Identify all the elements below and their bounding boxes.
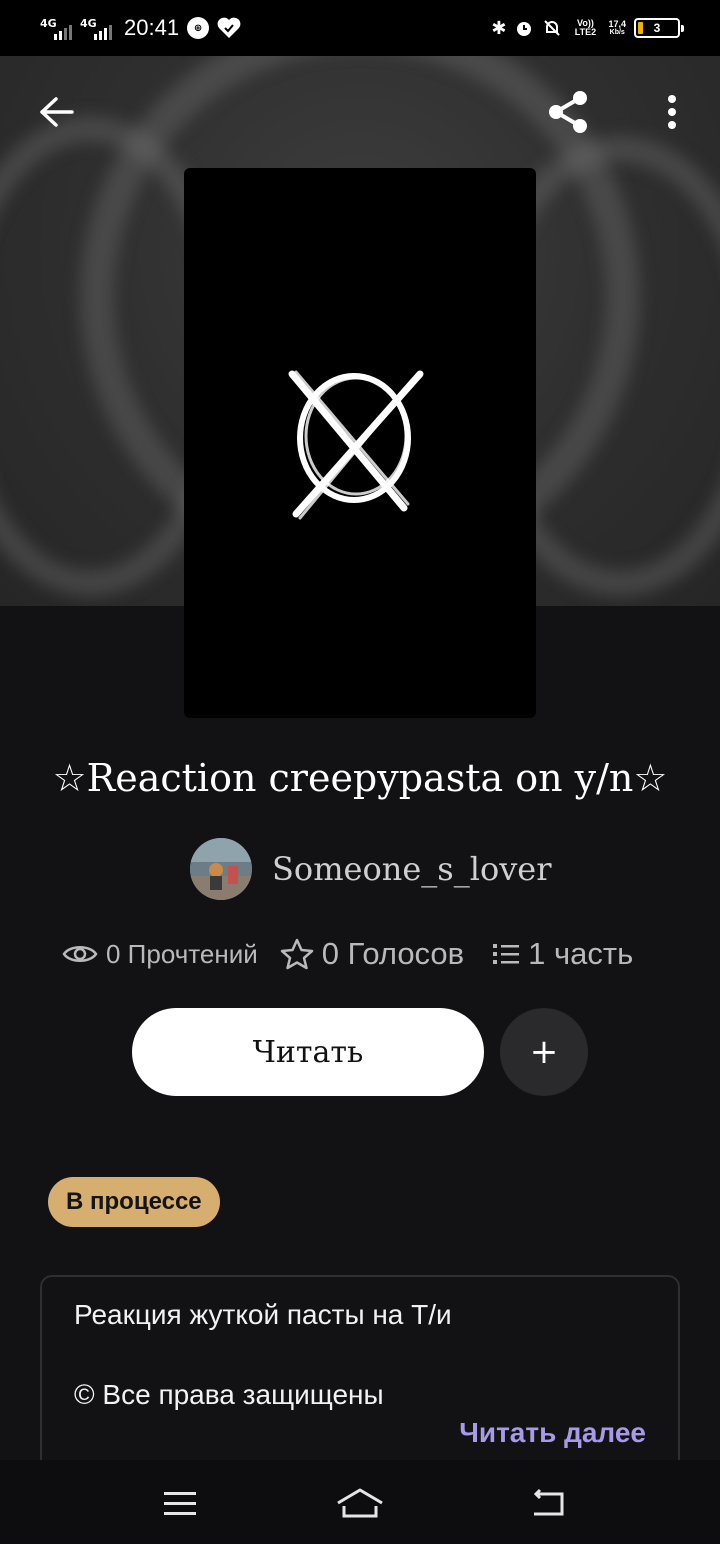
share-button[interactable] — [540, 84, 596, 140]
plus-icon: + — [529, 1032, 559, 1072]
more-vertical-icon — [668, 95, 676, 129]
battery-icon: 3 — [634, 18, 684, 38]
story-title: ☆Reaction creepypasta on y/n☆ — [52, 756, 668, 800]
share-icon — [549, 91, 587, 133]
mute-bell-icon — [544, 20, 561, 36]
author-name[interactable]: Someone_s_lover — [272, 850, 552, 888]
cell-signal-1-icon: 4G — [40, 16, 72, 40]
star-icon — [280, 938, 313, 970]
network-badge-icon: ⊕ — [187, 17, 210, 39]
author-row[interactable]: Someone_s_lover — [190, 838, 552, 900]
menu-icon — [164, 1492, 196, 1515]
home-icon — [337, 1488, 383, 1518]
status-badge: В процессе — [48, 1177, 220, 1227]
views-stat: 0 Прочтений — [62, 939, 258, 970]
more-options-button[interactable] — [644, 84, 700, 140]
arrow-left-icon — [40, 97, 74, 127]
read-more-link[interactable]: Читать далее — [459, 1417, 646, 1449]
system-nav-bar — [0, 1460, 720, 1544]
recents-button[interactable] — [150, 1478, 210, 1528]
back-button[interactable] — [28, 84, 84, 140]
story-cover — [184, 168, 536, 718]
heart-icon — [217, 17, 241, 38]
cell-signal-2-icon: 4G — [80, 16, 112, 40]
clock: 20:41 — [124, 15, 180, 40]
read-button[interactable]: Читать — [132, 1008, 484, 1096]
list-icon — [493, 944, 520, 964]
bluetooth-icon: ✱ — [491, 18, 507, 38]
add-to-library-button[interactable]: + — [500, 1008, 588, 1096]
description-line: Реакция жуткой пасты на Т/и — [74, 1299, 452, 1330]
crossed-circle-cover-art — [288, 370, 424, 520]
parts-stat: 1 часть — [492, 936, 633, 972]
status-bar: 4G 4G 20:41 ⊕ ✱ Vo)) LTE2 17,4 Kb/s 3 — [0, 0, 720, 56]
votes-stat: 0 Голосов — [280, 936, 464, 972]
back-nav-button[interactable] — [518, 1478, 578, 1528]
description-card: Реакция жуткой пасты на Т/и © Все права … — [40, 1275, 680, 1460]
alarm-icon — [517, 22, 532, 36]
network-type: Vo)) LTE2 — [574, 18, 597, 37]
back-icon — [533, 1488, 564, 1516]
copyright-line: © Все права защищены — [74, 1379, 384, 1410]
author-avatar[interactable] — [190, 838, 252, 900]
eye-icon — [62, 946, 98, 962]
net-speed: 17,4 Kb/s — [608, 19, 626, 37]
story-stats: 0 Прочтений 0 Голосов 1 часть — [62, 936, 672, 972]
home-button[interactable] — [330, 1478, 390, 1528]
